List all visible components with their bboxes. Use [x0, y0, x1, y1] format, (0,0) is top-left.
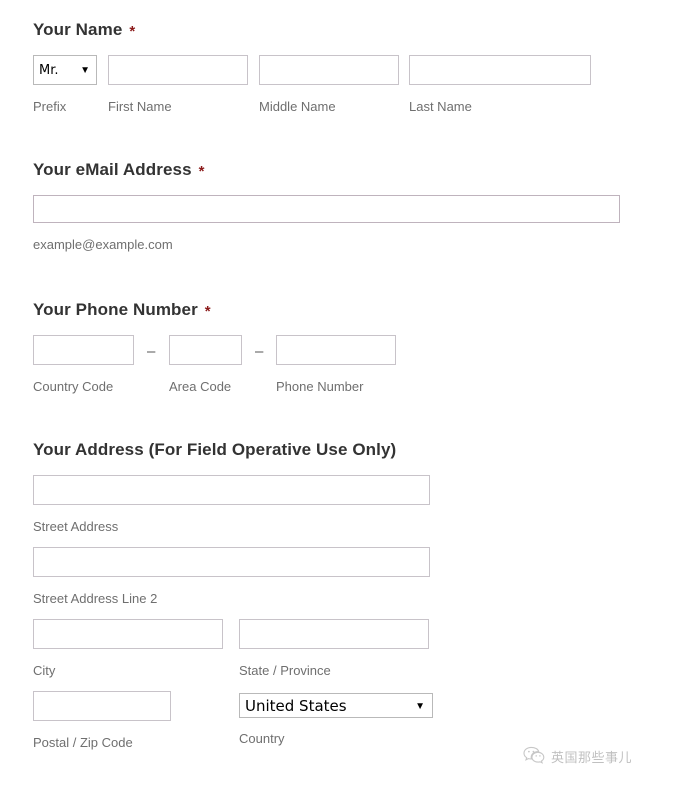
prefix-select-wrapper[interactable]: Mr.Mrs.Ms.MissDr.Prof. ▼ — [33, 55, 97, 85]
field-postal: Postal / Zip Code — [33, 691, 171, 751]
sublabel-prefix: Prefix — [33, 99, 67, 114]
country-select[interactable]: United StatesUnited KingdomCanadaAustral… — [239, 693, 433, 718]
middle-name-input[interactable] — [259, 55, 399, 85]
legend-your-name-text: Your Name — [33, 20, 123, 39]
legend-your-phone-text: Your Phone Number — [33, 300, 198, 319]
sublabel-country: Country — [239, 731, 285, 746]
first-name-input[interactable] — [108, 55, 248, 85]
legend-your-phone: Your Phone Number * — [33, 300, 211, 321]
required-asterisk: * — [129, 23, 136, 40]
legend-your-address: Your Address (For Field Operative Use On… — [33, 440, 403, 461]
field-street-address-2: Street Address Line 2 — [33, 547, 430, 607]
sublabel-city: City — [33, 663, 56, 678]
sublabel-phone-number: Phone Number — [276, 379, 364, 394]
field-prefix: Mr.Mrs.Ms.MissDr.Prof. ▼ Prefix — [33, 55, 97, 115]
state-province-input[interactable] — [239, 619, 429, 649]
sublabel-country-code: Country Code — [33, 379, 114, 394]
phone-number-input[interactable] — [276, 335, 396, 365]
sublabel-street-address: Street Address — [33, 519, 119, 534]
country-select-wrapper[interactable]: United StatesUnited KingdomCanadaAustral… — [239, 693, 433, 718]
field-middle-name: Middle Name — [259, 55, 399, 115]
prefix-select[interactable]: Mr.Mrs.Ms.MissDr.Prof. — [33, 55, 97, 85]
legend-your-address-text: Your Address (For Field Operative Use On… — [33, 440, 397, 459]
street-address-line-2-input[interactable] — [33, 547, 430, 577]
section-your-address: Your Address (For Field Operative Use On… — [33, 440, 403, 461]
field-country: United StatesUnited KingdomCanadaAustral… — [239, 693, 433, 747]
sublabel-state-province: State / Province — [239, 663, 331, 678]
required-asterisk: * — [204, 303, 211, 320]
sublabel-first-name: First Name — [108, 99, 172, 114]
sublabel-email: example@example.com — [33, 237, 173, 252]
phone-separator-2: – — [255, 343, 264, 360]
sublabel-street-address-line-2: Street Address Line 2 — [33, 591, 158, 606]
field-city: City — [33, 619, 223, 679]
section-your-name: Your Name * — [33, 20, 135, 41]
field-email: example@example.com — [33, 195, 620, 253]
sublabel-area-code: Area Code — [169, 379, 232, 394]
field-area-code: Area Code — [169, 335, 242, 395]
field-last-name: Last Name — [409, 55, 591, 115]
street-address-input[interactable] — [33, 475, 430, 505]
email-input[interactable] — [33, 195, 620, 223]
country-code-input[interactable] — [33, 335, 134, 365]
city-input[interactable] — [33, 619, 223, 649]
field-state: State / Province — [239, 619, 429, 679]
legend-your-email-text: Your eMail Address — [33, 160, 192, 179]
watermark-text: 英国那些事儿 — [551, 750, 633, 766]
legend-your-email: Your eMail Address * — [33, 160, 205, 181]
field-street-address: Street Address — [33, 475, 430, 535]
watermark: 英国那些事儿 — [523, 746, 632, 766]
area-code-input[interactable] — [169, 335, 242, 365]
last-name-input[interactable] — [409, 55, 591, 85]
legend-your-name: Your Name * — [33, 20, 135, 41]
sublabel-last-name: Last Name — [409, 99, 472, 114]
field-country-code: Country Code — [33, 335, 134, 395]
wechat-icon — [523, 746, 545, 764]
field-first-name: First Name — [108, 55, 248, 115]
section-your-email: Your eMail Address * — [33, 160, 205, 181]
sublabel-postal-zip-code: Postal / Zip Code — [33, 735, 133, 750]
phone-separator-1: – — [147, 343, 156, 360]
section-your-phone: Your Phone Number * — [33, 300, 211, 321]
postal-zip-code-input[interactable] — [33, 691, 171, 721]
required-asterisk: * — [198, 163, 205, 180]
field-phone-number: Phone Number — [276, 335, 396, 395]
sublabel-middle-name: Middle Name — [259, 99, 336, 114]
contact-form: Your Name * Mr.Mrs.Ms.MissDr.Prof. ▼ Pref… — [0, 0, 686, 787]
